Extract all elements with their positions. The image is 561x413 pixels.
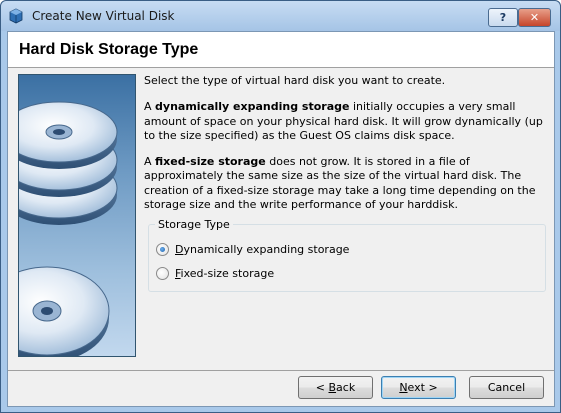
fixed-storage-option[interactable]: Fixed-size storage: [156, 265, 274, 281]
dynamic-label-rest: ynamically expanding storage: [183, 242, 350, 256]
next-button[interactable]: Next >: [381, 376, 456, 399]
fixed-term: fixed-size storage: [155, 155, 266, 169]
dynamic-storage-label[interactable]: Dynamically expanding storage: [175, 243, 349, 256]
page-title: Hard Disk Storage Type: [19, 41, 199, 58]
storage-type-group: [148, 224, 546, 292]
next-mnemonic: N: [399, 381, 408, 394]
wizard-header: Hard Disk Storage Type: [8, 32, 554, 68]
title-bar[interactable]: Create New Virtual Disk ? ✕: [1, 1, 560, 31]
storage-type-label: Storage Type: [155, 218, 233, 231]
close-button[interactable]: ✕: [518, 8, 551, 27]
fixed-storage-label[interactable]: Fixed-size storage: [175, 267, 274, 280]
fixed-storage-radio[interactable]: [156, 266, 169, 280]
dynamic-description: A dynamically expanding storage initiall…: [144, 100, 548, 143]
window-title: Create New Virtual Disk: [32, 9, 175, 23]
back-mnemonic: B: [328, 381, 337, 394]
dynamic-storage-radio[interactable]: [156, 242, 169, 256]
single-disk-icon: [19, 266, 110, 356]
back-rest: ack: [336, 381, 356, 394]
next-rest: ext >: [407, 381, 438, 394]
dynamic-storage-option[interactable]: Dynamically expanding storage: [156, 241, 349, 257]
close-icon: ✕: [529, 11, 540, 24]
back-button[interactable]: < Back: [298, 376, 373, 399]
wizard-body: Select the type of virtual hard disk you…: [8, 68, 554, 370]
disk-stack-icon: [19, 101, 118, 225]
help-button[interactable]: ?: [488, 8, 518, 27]
fixed-description: A fixed-size storage does not grow. It i…: [144, 155, 548, 212]
fixed-label-rest: ixed-size storage: [180, 266, 275, 280]
disk-illustration-svg: [19, 101, 118, 356]
fixed-prefix: A: [144, 155, 156, 169]
dialog-client: Hard Disk Storage Type Select the type o…: [7, 31, 555, 407]
dynamic-prefix: A: [144, 100, 156, 114]
virtualbox-icon: [9, 8, 23, 24]
dialog-window: Create New Virtual Disk ? ✕ Hard Disk St…: [0, 0, 561, 413]
intro-paragraph: Select the type of virtual hard disk you…: [144, 74, 446, 87]
description-text: Select the type of virtual hard disk you…: [144, 74, 548, 224]
back-lead: <: [315, 381, 329, 394]
hard-disk-stack-illustration: [18, 74, 136, 357]
dynamic-term: dynamically expanding storage: [155, 100, 350, 114]
cancel-button[interactable]: Cancel: [469, 376, 544, 399]
button-bar: < Back Next > Cancel: [8, 370, 554, 406]
